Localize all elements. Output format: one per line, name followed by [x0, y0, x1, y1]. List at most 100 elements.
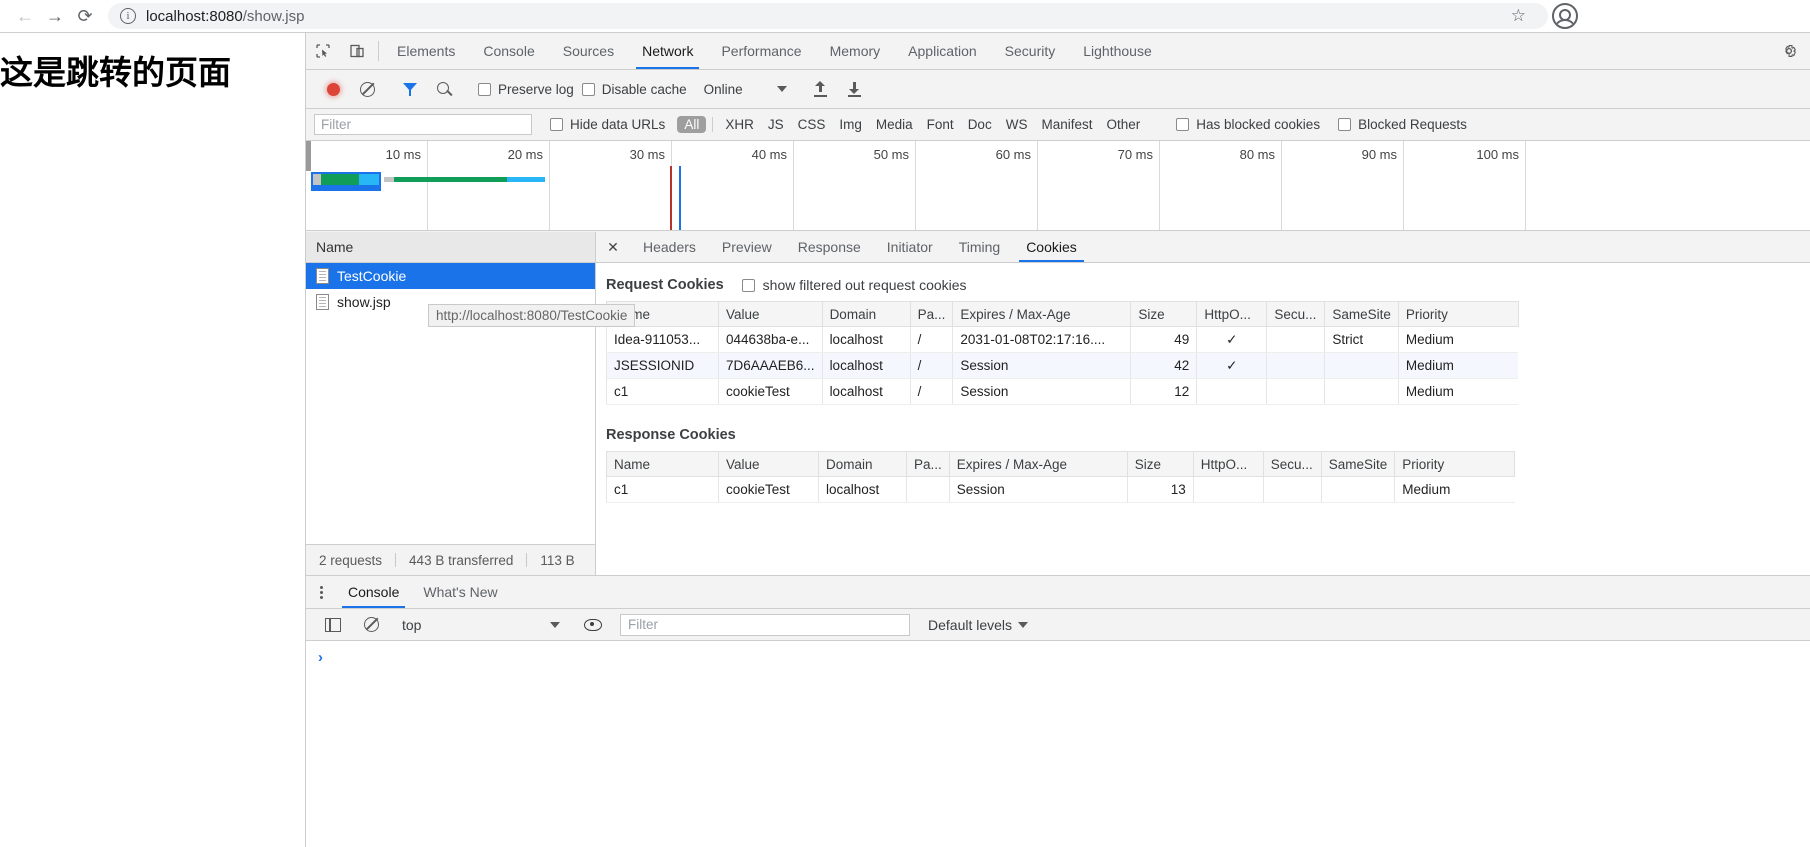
- network-filter-input[interactable]: Filter: [314, 114, 532, 135]
- console-levels-select[interactable]: Default levels: [928, 617, 1029, 633]
- type-filter-img[interactable]: Img: [833, 117, 868, 132]
- checkbox-box[interactable]: [741, 278, 755, 292]
- detail-tab-initiator[interactable]: Initiator: [874, 232, 946, 262]
- col-path[interactable]: Pa...: [906, 451, 950, 477]
- forward-arrow-icon[interactable]: →: [40, 1, 70, 31]
- col-path[interactable]: Pa...: [909, 301, 954, 327]
- checkbox-box[interactable]: [478, 82, 491, 96]
- checkbox-box[interactable]: [1176, 118, 1190, 131]
- col-expires[interactable]: Expires / Max-Age: [948, 451, 1128, 477]
- search-icon[interactable]: [427, 81, 461, 97]
- settings-gear-icon[interactable]: [1780, 33, 1810, 69]
- document-icon: [316, 294, 329, 310]
- site-info-icon[interactable]: i: [120, 8, 136, 24]
- col-value[interactable]: Value: [718, 451, 819, 477]
- preserve-log-checkbox[interactable]: Preserve log: [478, 82, 574, 97]
- tab-console[interactable]: Console: [469, 33, 548, 69]
- more-options-icon[interactable]: [306, 576, 336, 608]
- table-row[interactable]: c1 cookieTest localhost Session 13 Mediu…: [606, 476, 1515, 503]
- type-filter-all[interactable]: All: [677, 116, 707, 133]
- tab-elements[interactable]: Elements: [383, 33, 469, 69]
- col-priority[interactable]: Priority: [1397, 301, 1519, 327]
- tab-performance[interactable]: Performance: [707, 33, 815, 69]
- cell-domain: localhost: [818, 476, 907, 503]
- profile-avatar[interactable]: [1552, 3, 1578, 29]
- request-row-testcookie[interactable]: TestCookie: [306, 263, 595, 289]
- chevron-down-icon[interactable]: [1018, 621, 1029, 628]
- inspect-element-icon[interactable]: [306, 33, 340, 69]
- col-samesite[interactable]: SameSite: [1320, 451, 1396, 477]
- table-row[interactable]: c1 cookieTest localhost / Session 12 Med…: [606, 378, 1519, 405]
- import-har-icon[interactable]: [804, 81, 838, 97]
- execution-context-select[interactable]: top: [392, 617, 572, 633]
- clear-console-icon[interactable]: [354, 617, 388, 632]
- network-overview-timeline[interactable]: 10 ms 20 ms 30 ms 40 ms 50 ms 60 ms 70 m…: [306, 141, 1810, 231]
- table-row[interactable]: JSESSIONID 7D6AAAEB6... localhost / Sess…: [606, 352, 1519, 379]
- col-size[interactable]: Size: [1126, 451, 1194, 477]
- live-expression-eye-icon[interactable]: [576, 618, 610, 631]
- checkbox-box[interactable]: [550, 118, 563, 131]
- tab-application[interactable]: Application: [894, 33, 991, 69]
- console-sidebar-icon[interactable]: [316, 617, 350, 632]
- type-filter-font[interactable]: Font: [921, 117, 960, 132]
- tab-security[interactable]: Security: [991, 33, 1070, 69]
- throttling-select[interactable]: Online: [696, 82, 795, 97]
- col-name[interactable]: Name: [606, 451, 719, 477]
- checkbox-box[interactable]: [1338, 118, 1352, 131]
- tab-lighthouse[interactable]: Lighthouse: [1069, 33, 1166, 69]
- tab-network[interactable]: Network: [628, 33, 707, 69]
- col-secure[interactable]: Secu...: [1266, 301, 1326, 327]
- type-filter-doc[interactable]: Doc: [962, 117, 998, 132]
- type-filter-other[interactable]: Other: [1100, 117, 1146, 132]
- col-size[interactable]: Size: [1130, 301, 1198, 327]
- show-filtered-cookies-checkbox[interactable]: show filtered out request cookies: [741, 277, 967, 293]
- chevron-down-icon[interactable]: [776, 86, 787, 92]
- tab-memory[interactable]: Memory: [816, 33, 895, 69]
- filter-toggle-icon[interactable]: [393, 82, 427, 96]
- reload-icon[interactable]: ⟳: [70, 1, 100, 31]
- chevron-down-icon[interactable]: [550, 621, 560, 628]
- has-blocked-cookies-checkbox[interactable]: Has blocked cookies: [1176, 117, 1320, 132]
- type-filter-ws[interactable]: WS: [1000, 117, 1034, 132]
- console-output[interactable]: ›: [306, 641, 1810, 847]
- export-har-icon[interactable]: [838, 81, 872, 97]
- address-bar[interactable]: i localhost:8080/show.jsp ☆: [108, 3, 1548, 29]
- request-cookies-title: Request Cookies: [606, 277, 724, 293]
- col-httponly[interactable]: HttpO...: [1196, 301, 1268, 327]
- detail-tab-headers[interactable]: Headers: [630, 232, 709, 262]
- type-filter-js[interactable]: JS: [762, 117, 790, 132]
- col-domain[interactable]: Domain: [818, 451, 907, 477]
- detail-tab-response[interactable]: Response: [785, 232, 874, 262]
- console-filter-input[interactable]: Filter: [620, 613, 910, 636]
- col-samesite[interactable]: SameSite: [1324, 301, 1399, 327]
- close-icon[interactable]: ✕: [596, 232, 630, 262]
- checkbox-box[interactable]: [581, 82, 595, 96]
- drawer-tab-whats-new[interactable]: What's New: [411, 576, 509, 608]
- blocked-requests-checkbox[interactable]: Blocked Requests: [1338, 117, 1467, 132]
- detail-tab-cookies[interactable]: Cookies: [1013, 232, 1090, 262]
- detail-tab-preview[interactable]: Preview: [709, 232, 785, 262]
- col-value[interactable]: Value: [718, 301, 823, 327]
- col-domain[interactable]: Domain: [821, 301, 911, 327]
- record-button[interactable]: [316, 82, 350, 96]
- request-list-column-header[interactable]: Name: [306, 232, 595, 263]
- tab-sources[interactable]: Sources: [549, 33, 628, 69]
- bookmark-star-icon[interactable]: ☆: [1501, 6, 1536, 26]
- back-arrow-icon[interactable]: ←: [10, 1, 40, 31]
- type-filter-xhr[interactable]: XHR: [719, 117, 760, 132]
- col-expires[interactable]: Expires / Max-Age: [952, 301, 1132, 327]
- hide-data-urls-checkbox[interactable]: Hide data URLs: [550, 117, 665, 132]
- type-filter-css[interactable]: CSS: [792, 117, 832, 132]
- col-priority[interactable]: Priority: [1394, 451, 1516, 477]
- cell-domain: localhost: [821, 352, 911, 379]
- device-toolbar-icon[interactable]: [340, 33, 374, 69]
- clear-button[interactable]: [350, 81, 384, 97]
- type-filter-media[interactable]: Media: [870, 117, 919, 132]
- col-secure[interactable]: Secu...: [1262, 451, 1322, 477]
- type-filter-manifest[interactable]: Manifest: [1035, 117, 1098, 132]
- col-httponly[interactable]: HttpO...: [1192, 451, 1264, 477]
- detail-tab-timing[interactable]: Timing: [946, 232, 1014, 262]
- table-row[interactable]: Idea-911053... 044638ba-e... localhost /…: [606, 326, 1519, 353]
- disable-cache-checkbox[interactable]: Disable cache: [581, 82, 687, 97]
- drawer-tab-console[interactable]: Console: [336, 576, 411, 608]
